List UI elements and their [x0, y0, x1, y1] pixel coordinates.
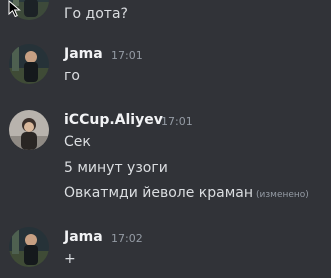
message-text: 5 минут узоги	[64, 160, 168, 176]
message-text: Го дота?	[64, 6, 128, 22]
message-timestamp[interactable]: 17:01	[161, 115, 193, 128]
message-timestamp[interactable]: 17:02	[111, 232, 143, 245]
message-text: го	[64, 68, 80, 84]
message-author[interactable]: Jama	[64, 46, 103, 62]
avatar[interactable]	[9, 110, 49, 150]
mouse-cursor-icon	[8, 0, 22, 22]
user-avatar-photo-dark-icon	[9, 227, 49, 267]
edited-label: (изменено)	[256, 190, 309, 200]
message-timestamp[interactable]: 17:01	[111, 49, 143, 62]
chat-message-list: Го дота? Jama 17:01 го iCCup.Aliyev 17:0…	[0, 0, 331, 278]
message-text: Сек	[64, 134, 91, 150]
avatar[interactable]	[9, 44, 49, 84]
message-text-content: Овкатмди йеволе краман	[64, 185, 254, 201]
message-text: Овкатмди йеволе краман (изменено)	[64, 185, 309, 201]
message-author[interactable]: Jama	[64, 229, 103, 245]
message-text: +	[64, 251, 76, 267]
avatar[interactable]	[9, 227, 49, 267]
message-author[interactable]: iCCup.Aliyev	[64, 112, 163, 128]
user-avatar-photo-light-icon	[9, 110, 49, 150]
user-avatar-photo-dark-icon	[9, 44, 49, 84]
